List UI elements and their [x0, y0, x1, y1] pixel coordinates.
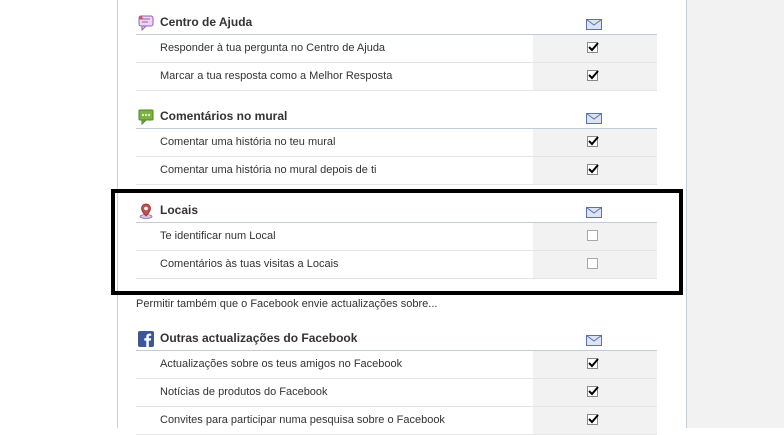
- section-header: Centro de Ajuda: [136, 12, 657, 35]
- section-title: Outras actualizações do Facebook: [160, 331, 358, 345]
- setting-label: Responder à tua pergunta no Centro de Aj…: [160, 42, 386, 54]
- right-sidebar-background: [687, 0, 784, 428]
- setting-row: Comentários às tuas visitas a Locais: [136, 251, 657, 279]
- email-checkbox[interactable]: [587, 414, 599, 425]
- envelope-icon: [586, 111, 602, 124]
- setting-label: Marcar a tua resposta como a Melhor Resp…: [160, 70, 393, 82]
- setting-label: Actualizações sobre os teus amigos no Fa…: [160, 358, 403, 370]
- email-checkbox[interactable]: [587, 386, 599, 397]
- wall-comment-icon: [138, 109, 154, 126]
- section-title: Centro de Ajuda: [160, 15, 253, 29]
- places-pin-icon: [138, 203, 154, 219]
- setting-row: Actualizações sobre os teus amigos no Fa…: [136, 351, 657, 379]
- email-checkbox[interactable]: [587, 136, 599, 147]
- setting-label: Comentários às tuas visitas a Locais: [160, 258, 339, 270]
- section-outras-facebook: Outras actualizações do Facebook Actuali…: [136, 328, 657, 435]
- facebook-logo-icon: [138, 331, 154, 347]
- section-header: Locais: [136, 200, 657, 223]
- setting-row: Comentar uma história no mural depois de…: [136, 157, 657, 185]
- setting-label: Notícias de produtos do Facebook: [160, 386, 328, 398]
- setting-row: Marcar a tua resposta como a Melhor Resp…: [136, 63, 657, 91]
- email-checkbox[interactable]: [587, 70, 599, 81]
- page-left-margin: [0, 0, 117, 428]
- setting-label: Te identificar num Local: [160, 230, 276, 242]
- notice-text: Permitir também que o Facebook envie act…: [136, 298, 438, 310]
- envelope-icon: [586, 333, 602, 346]
- section-centro-ajuda: Centro de Ajuda Responder à tua pergunta…: [136, 12, 657, 91]
- section-title: Locais: [160, 203, 199, 217]
- email-checkbox[interactable]: [587, 42, 599, 53]
- envelope-icon: [586, 17, 602, 30]
- email-checkbox[interactable]: [587, 258, 598, 269]
- setting-row: Convites para participar numa pesquisa s…: [136, 407, 657, 435]
- email-checkbox[interactable]: [587, 164, 599, 175]
- section-header: Comentários no mural: [136, 106, 657, 129]
- setting-row: Responder à tua pergunta no Centro de Aj…: [136, 35, 657, 63]
- setting-label: Comentar uma história no teu mural: [160, 136, 336, 148]
- help-center-icon: [138, 15, 154, 32]
- setting-label: Comentar uma história no mural depois de…: [160, 164, 377, 176]
- setting-row: Comentar uma história no teu mural: [136, 129, 657, 157]
- email-checkbox[interactable]: [587, 358, 599, 369]
- envelope-icon: [586, 205, 602, 218]
- setting-label: Convites para participar numa pesquisa s…: [160, 414, 445, 426]
- section-title: Comentários no mural: [160, 109, 288, 123]
- section-header: Outras actualizações do Facebook: [136, 328, 657, 351]
- setting-row: Te identificar num Local: [136, 223, 657, 251]
- section-locais: Locais Te identificar num Local Comentár…: [136, 200, 657, 279]
- section-comentarios-mural: Comentários no mural Comentar uma histór…: [136, 106, 657, 185]
- setting-row: Notícias de produtos do Facebook: [136, 379, 657, 407]
- email-checkbox[interactable]: [587, 230, 598, 241]
